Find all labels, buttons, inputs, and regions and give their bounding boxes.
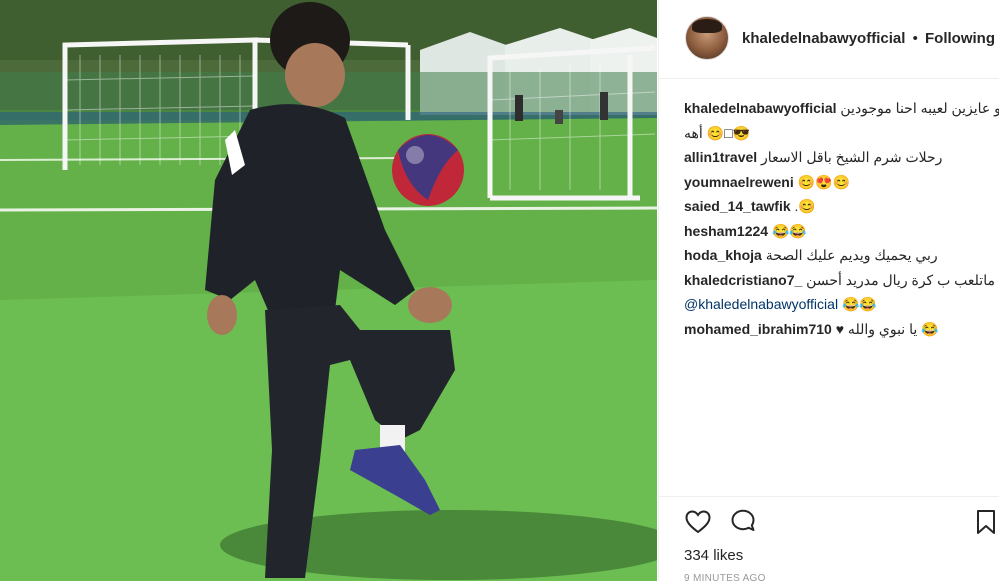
comment-mention[interactable]: @khaledelnabawyofficial <box>684 296 838 312</box>
likes-count[interactable]: 334 likes <box>684 547 743 564</box>
comment-username[interactable]: mohamed_ibrahim710 <box>684 321 832 337</box>
comment-text: .😊 <box>794 198 816 214</box>
post-timestamp: 9 MINUTES AGO <box>684 573 766 584</box>
comment-text: 😎□😊 أهه <box>684 124 750 141</box>
comment-text: 😂😂 <box>771 222 807 239</box>
comment-username[interactable]: khaledcristiano7_ <box>684 272 802 288</box>
comment-username[interactable]: youmnaelreweni <box>684 174 794 190</box>
comment-item: khaledelnabawyofficial لو عايزين لعيبه ا… <box>684 96 999 121</box>
comment-item: mohamed_ibrahim710 😂 يا نبوي والله ♥ <box>684 317 998 342</box>
comment-text: ربي يحميك ويديم عليك الصحة <box>765 247 938 263</box>
comment-username[interactable]: hoda_khoja <box>684 247 762 263</box>
post-header: khaledelnabawyofficial • Following <box>659 0 999 79</box>
comment-username[interactable]: saied_14_tawfik <box>684 198 791 214</box>
comment-text: رحلات شرم الشيخ باقل الاسعار <box>761 149 943 165</box>
comment-username[interactable]: khaledelnabawyofficial <box>684 100 837 116</box>
comment-icon[interactable] <box>729 508 757 536</box>
comment-text: 😂 يا نبوي والله ♥ <box>835 320 939 337</box>
heart-icon[interactable] <box>684 508 712 536</box>
header-text: khaledelnabawyofficial • Following <box>742 30 995 47</box>
comment-text: 😂😂 <box>841 296 877 312</box>
comment-item: saied_14_tawfik .😊 <box>684 194 998 219</box>
photo-illustration <box>0 0 657 581</box>
comment-item: youmnaelreweni 😊😍😊 <box>684 170 998 195</box>
comment-item: hoda_khoja ربي يحميك ويديم عليك الصحة <box>684 243 998 268</box>
header-username[interactable]: khaledelnabawyofficial <box>742 30 905 47</box>
post-photo[interactable] <box>0 0 657 581</box>
header-separator: • <box>912 30 918 47</box>
post-side-panel: khaledelnabawyofficial • Following khale… <box>658 0 999 584</box>
avatar[interactable] <box>685 16 729 60</box>
comment-item: allin1travel رحلات شرم الشيخ باقل الاسعا… <box>684 145 998 170</box>
comments-list: khaledelnabawyofficial لو عايزين لعيبه ا… <box>684 96 999 342</box>
comment-item: hesham1224 😂😂 <box>684 219 998 244</box>
comment-username[interactable]: allin1travel <box>684 149 757 165</box>
comment-text: 😊😍😊 <box>797 173 850 190</box>
comment-username[interactable]: hesham1224 <box>684 223 768 239</box>
following-button[interactable]: Following <box>925 30 995 47</box>
comment-text: ماتلعب ب كرة ريال مدريد أحسن <box>806 271 995 288</box>
comment-text: لو عايزين لعيبه احنا موجودين <box>840 100 999 116</box>
comment-item: khaledcristiano7_ ماتلعب ب كرة ريال مدري… <box>684 268 998 293</box>
comment-continuation: @khaledelnabawyofficial 😂😂 <box>684 292 998 317</box>
bookmark-icon[interactable] <box>972 508 999 536</box>
post-actions: 334 likes 9 MINUTES AGO <box>659 496 999 584</box>
comment-continuation: 😎□😊 أهه <box>684 121 998 146</box>
